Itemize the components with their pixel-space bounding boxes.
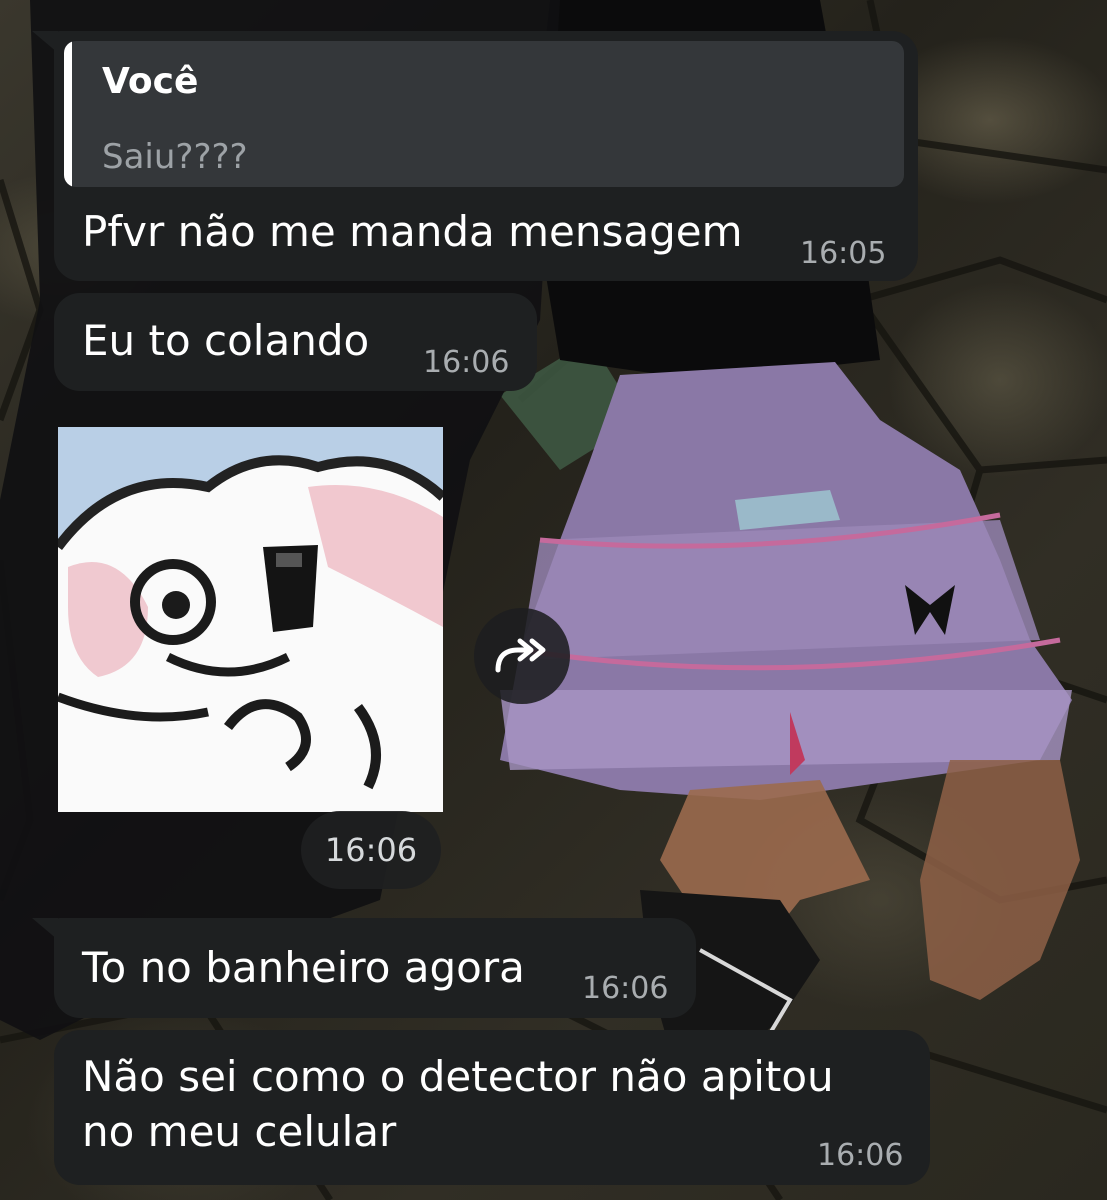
reply-quote-author: Você	[102, 61, 199, 102]
dog-meme-sticker	[58, 427, 443, 812]
message-time: 16:06	[817, 1138, 904, 1173]
message-text-line-2: no meu celular	[82, 1107, 397, 1156]
message-bubble-tail	[32, 31, 58, 53]
message-time: 16:06	[582, 971, 669, 1006]
sticker-time: 16:06	[301, 811, 441, 889]
message-bubble-1[interactable]: Você Saiu???? Pfvr não me manda mensagem…	[54, 31, 918, 281]
message-bubble-4[interactable]: To no banheiro agora 16:06	[54, 918, 696, 1018]
message-time: 16:06	[423, 345, 510, 380]
reply-quote[interactable]: Você Saiu????	[64, 41, 904, 187]
forward-share-icon	[495, 638, 546, 673]
reply-quote-text: Saiu????	[102, 137, 248, 177]
message-bubble-tail	[32, 918, 58, 940]
message-bubble-2[interactable]: Eu to colando 16:06	[54, 293, 537, 391]
message-text: Pfvr não me manda mensagem	[82, 207, 743, 256]
message-text: Eu to colando	[82, 316, 370, 365]
message-text-line-1: Não sei como o detector não apitou	[82, 1052, 834, 1101]
message-bubble-5[interactable]: Não sei como o detector não apitou no me…	[54, 1030, 930, 1185]
message-time: 16:05	[800, 236, 887, 271]
forward-button[interactable]	[474, 608, 570, 704]
sticker-image[interactable]	[58, 427, 443, 812]
message-text: To no banheiro agora	[82, 943, 525, 992]
reply-quote-bar	[64, 41, 72, 187]
